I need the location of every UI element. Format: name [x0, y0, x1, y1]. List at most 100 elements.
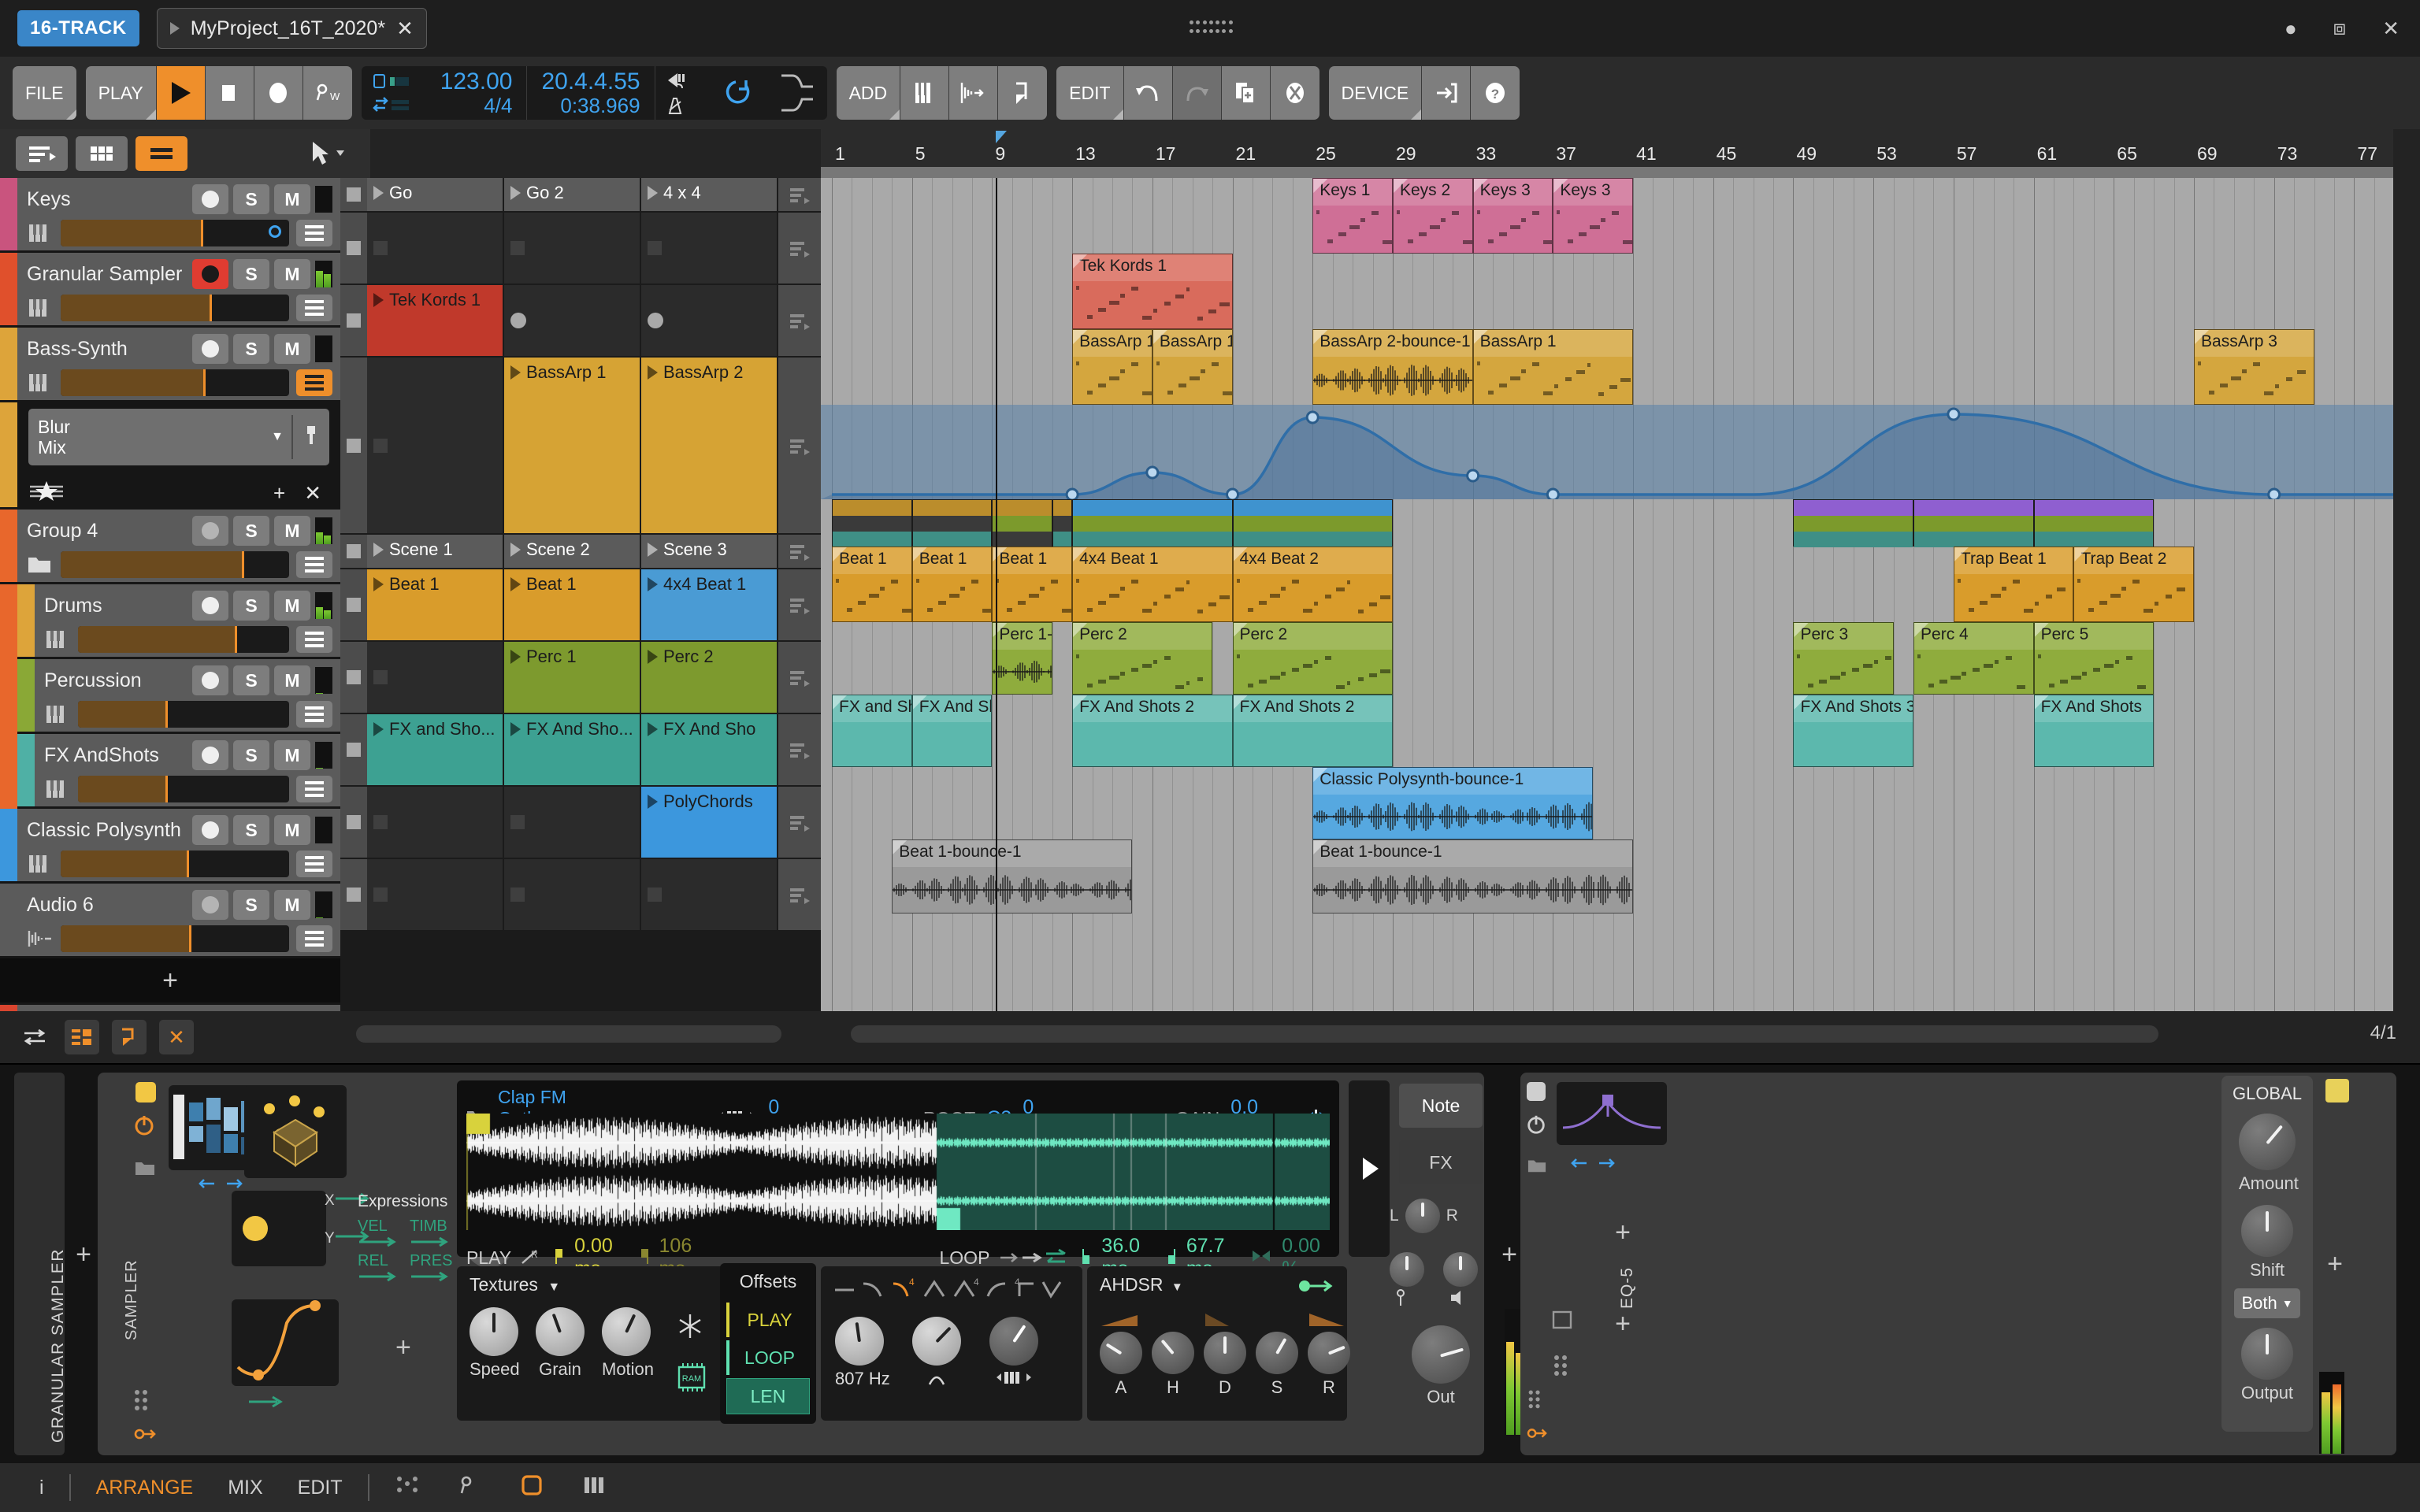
device-preset-button[interactable]	[134, 1158, 156, 1182]
scene-header-row-1[interactable]: Go Go 24 x 4	[340, 178, 821, 213]
help-button[interactable]: ?	[1471, 66, 1520, 120]
close-panel-icon[interactable]: ✕	[159, 1020, 194, 1054]
record-arm-button[interactable]	[192, 184, 228, 214]
close-window-icon[interactable]: ✕	[2382, 17, 2400, 41]
arranger-clip[interactable]: Keys 1	[1312, 178, 1393, 254]
minimize-icon[interactable]: ●	[2285, 17, 2297, 41]
track-volume-fader[interactable]	[78, 626, 289, 653]
tempo-readout[interactable]: 123.00 4/4	[426, 66, 528, 120]
tune-knob[interactable]	[1390, 1252, 1424, 1287]
launcher-row-5[interactable]: FX and Sho... FX And Sho... FX And Sho	[340, 714, 821, 787]
filter-freq-knob[interactable]	[835, 1317, 884, 1366]
pointer-tool-selector[interactable]	[284, 129, 370, 178]
scene-stop-all[interactable]	[340, 535, 367, 569]
ahdsr-r-knob[interactable]	[1308, 1332, 1350, 1374]
group-summary-lane[interactable]	[821, 499, 2393, 547]
xy-modulation-pad[interactable]	[232, 1191, 326, 1266]
motion-knob-group[interactable]: Motion	[602, 1307, 654, 1380]
launcher-clip[interactable]: PolyChords	[641, 787, 778, 859]
mixer-panel-icon[interactable]	[563, 1474, 625, 1502]
device-button[interactable]: DEVICE	[1328, 66, 1423, 120]
device-power-button[interactable]	[132, 1114, 156, 1141]
arranger-clip[interactable]: BassArp 3	[2194, 329, 2314, 405]
track-header-audio-6[interactable]: Audio 6 SM	[0, 884, 340, 956]
info-button[interactable]: i	[22, 1477, 61, 1499]
track-stop-button[interactable]	[340, 358, 367, 535]
dots-panel-icon[interactable]	[377, 1474, 440, 1502]
arranger-clip[interactable]: BassArp 2-bounce-1	[1312, 329, 1473, 405]
play-start-marker-icon[interactable]	[554, 1247, 565, 1269]
record-button[interactable]	[254, 66, 303, 120]
motion-knob[interactable]	[602, 1307, 651, 1356]
eq-grid-button[interactable]	[1527, 1388, 1549, 1414]
launcher-slot-empty[interactable]	[367, 642, 504, 714]
track-routing-button[interactable]	[296, 776, 332, 802]
group-clip-block[interactable]	[2033, 499, 2155, 547]
shift-knob-group[interactable]: Shift	[2241, 1205, 2293, 1280]
track-header-classic-polysynth[interactable]: Classic Polysynth S M	[0, 809, 340, 881]
device-chooser-row[interactable]: Blur Mix ▼ + ✕	[0, 402, 340, 507]
file-button[interactable]: FILE	[13, 66, 76, 120]
fade-icons[interactable]	[767, 66, 827, 120]
tab-mix[interactable]: MIX	[210, 1477, 280, 1499]
track-routing-button[interactable]	[296, 925, 332, 952]
row-follow-icon[interactable]	[778, 787, 821, 859]
arranger-panel[interactable]: 1 5 9 13 17 21 25 29 33 37 41 45 49 53 57 61 65 69 73 77 Ke…	[821, 129, 2393, 1011]
track-volume-fader[interactable]	[61, 850, 289, 877]
launcher-slot-empty[interactable]	[367, 787, 504, 859]
row-follow-icon[interactable]	[778, 358, 821, 535]
launcher-row-3[interactable]: Beat 1 Beat 1 4x4 Beat 1	[340, 569, 821, 642]
group-clip-block[interactable]	[1072, 499, 1233, 547]
filter-section[interactable]: 4 4 4 807 Hz	[821, 1266, 1082, 1421]
solo-button[interactable]: S	[233, 184, 269, 214]
pin-icon[interactable]	[302, 424, 320, 450]
launcher-clip[interactable]: FX and Sho...	[367, 714, 504, 787]
ahdsr-s-knob-group[interactable]: S	[1254, 1310, 1300, 1398]
track-stop-button[interactable]	[340, 569, 367, 642]
eq-add-device-button[interactable]: +	[1607, 1217, 1639, 1248]
scene-launch-2[interactable]: Go 2	[504, 178, 641, 213]
track-stop-button[interactable]	[340, 787, 367, 859]
mute-button[interactable]: M	[274, 516, 310, 546]
pan-knob[interactable]	[1405, 1199, 1440, 1233]
ahdsr-r-knob-group[interactable]: R	[1306, 1310, 1352, 1398]
launcher-slot-empty[interactable]	[504, 213, 641, 285]
track-header-fx-andshots[interactable]: FX AndShots S M	[0, 734, 340, 809]
clip-launcher-panel[interactable]: Go Go 24 x 4 Tek Kords 1 BassArp 1 BassArp 2…	[340, 178, 821, 1011]
filter-freq-value[interactable]: 807 Hz	[835, 1369, 890, 1389]
launcher-slot-empty[interactable]	[641, 859, 778, 932]
arranger-clip[interactable]: Keys 3	[1472, 178, 1553, 254]
eq-global-section[interactable]: GLOBAL Amount Shift Both ▼ Output	[2221, 1076, 2313, 1432]
track-stop-button[interactable]	[340, 213, 367, 285]
launcher-row-6[interactable]: PolyChords	[340, 787, 821, 859]
insert-button[interactable]	[998, 66, 1048, 120]
device-expand-button[interactable]	[132, 1388, 158, 1415]
arranger-clip[interactable]: Tek Kords 1	[1072, 254, 1233, 329]
add-track-button[interactable]: +	[0, 958, 340, 1002]
fx-tab[interactable]: FX	[1399, 1140, 1483, 1184]
launcher-clip[interactable]: 4x4 Beat 1	[641, 569, 778, 642]
ahdsr-section[interactable]: AHDSR ▼ A H D S R	[1087, 1266, 1350, 1421]
scene-follow-icon[interactable]	[778, 178, 821, 213]
grain-visualizer[interactable]	[244, 1085, 347, 1178]
arranger-clip[interactable]: FX And Shots 3	[1793, 695, 1914, 767]
add-audio-button[interactable]	[949, 66, 999, 120]
crossfade-icon[interactable]	[1250, 1247, 1272, 1269]
arranger-clip[interactable]: Perc 4	[1913, 622, 2034, 695]
granular-sampler-device[interactable]: SAMPLER X Y Expressions VEL TIMB REL PRE…	[98, 1073, 1525, 1455]
mute-button[interactable]: M	[274, 334, 310, 364]
add-notes-button[interactable]	[900, 66, 950, 120]
ahdsr-h-knob-group[interactable]: H	[1150, 1310, 1196, 1398]
arranger-clip[interactable]: BassArp 1	[1472, 329, 1634, 405]
group-clip-block[interactable]	[1232, 499, 1393, 547]
loop-start-marker-icon[interactable]	[1081, 1247, 1092, 1269]
track-volume-fader[interactable]	[78, 776, 289, 802]
ahdsr-d-knob-group[interactable]: D	[1202, 1310, 1248, 1398]
arranger-clip[interactable]: Perc 2	[1072, 622, 1213, 695]
speed-knob-group[interactable]: Speed	[470, 1307, 520, 1380]
device-panel-icon[interactable]	[502, 1473, 563, 1503]
record-arm-button[interactable]	[192, 259, 228, 289]
group-clip-block[interactable]	[832, 499, 912, 547]
arranger-clip[interactable]: BassArp 1	[1072, 329, 1152, 405]
device-insert-button[interactable]	[1422, 66, 1472, 120]
